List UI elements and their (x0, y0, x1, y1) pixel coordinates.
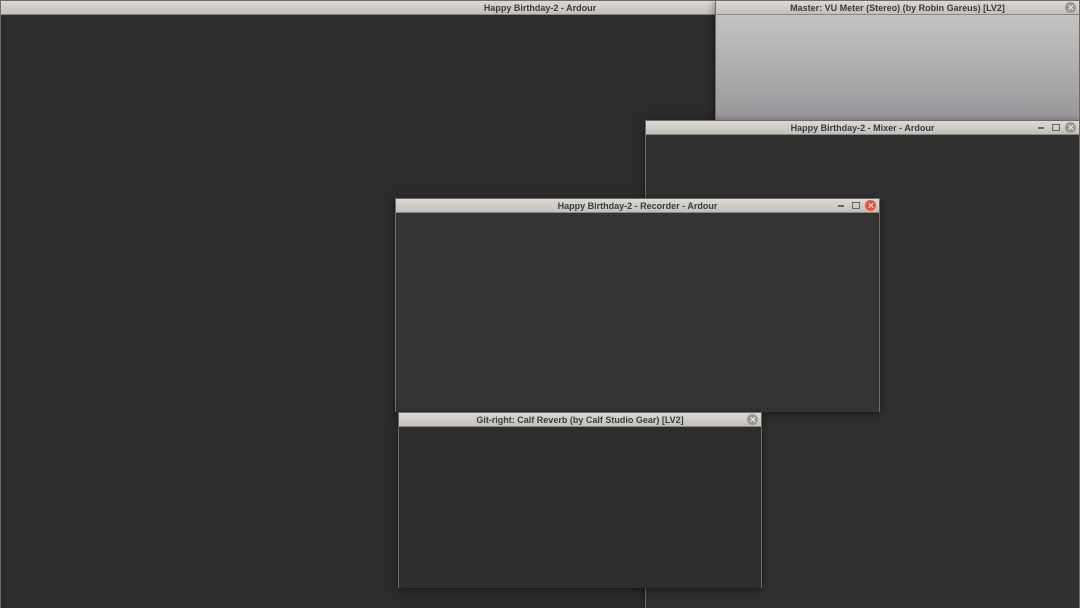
vu-window-title: Master: VU Meter (Stereo) (by Robin Gare… (790, 3, 1005, 13)
recorder-window-title: Happy Birthday-2 - Recorder - Ardour (558, 201, 718, 211)
calf-reverb-window: Git-right: Calf Reverb (by Calf Studio G… (398, 412, 762, 588)
mixer-window-title: Happy Birthday-2 - Mixer - Ardour (791, 123, 935, 133)
close-icon[interactable] (1065, 2, 1076, 13)
vu-titlebar[interactable]: Master: VU Meter (Stereo) (by Robin Gare… (716, 1, 1079, 15)
minimize-icon[interactable] (1035, 122, 1046, 133)
close-icon[interactable] (1065, 122, 1076, 133)
minimize-icon[interactable] (835, 200, 846, 211)
close-icon[interactable] (865, 200, 876, 211)
desktop: Happy Birthday-2 - Ardour Master: VU Met… (0, 0, 1080, 608)
close-icon[interactable] (747, 414, 758, 425)
calf-window-title: Git-right: Calf Reverb (by Calf Studio G… (476, 415, 683, 425)
editor-window-title: Happy Birthday-2 - Ardour (484, 3, 596, 13)
mixer-titlebar[interactable]: Happy Birthday-2 - Mixer - Ardour (646, 121, 1079, 135)
maximize-icon[interactable] (850, 200, 861, 211)
recorder-titlebar[interactable]: Happy Birthday-2 - Recorder - Ardour (396, 199, 879, 213)
calf-titlebar[interactable]: Git-right: Calf Reverb (by Calf Studio G… (399, 413, 761, 427)
vu-meter-window: Master: VU Meter (Stereo) (by Robin Gare… (715, 0, 1080, 120)
recorder-window: Happy Birthday-2 - Recorder - Ardour (395, 198, 880, 412)
maximize-icon[interactable] (1050, 122, 1061, 133)
